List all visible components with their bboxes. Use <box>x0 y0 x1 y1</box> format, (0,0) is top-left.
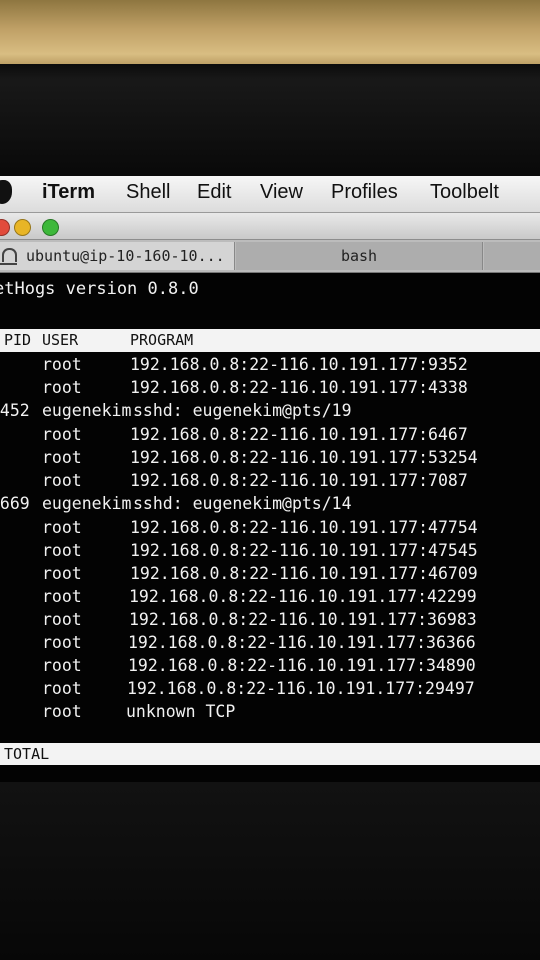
row-user: root <box>42 448 82 467</box>
row-program: 192.168.0.8:22-116.10.191.177:36983 <box>129 610 477 629</box>
table-row: root 192.168.0.8:22-116.10.191.177:47754 <box>0 516 540 539</box>
table-row: root 192.168.0.8:22-116.10.191.177:29497 <box>0 677 540 700</box>
close-button[interactable] <box>0 219 10 236</box>
table-row: root 192.168.0.8:22-116.10.191.177:4338 <box>0 376 540 399</box>
menu-view[interactable]: View <box>260 181 303 204</box>
tab-bar-spacer <box>484 242 540 270</box>
table-row: 3669 eugenekim sshd: eugenekim@pts/14 <box>0 492 540 515</box>
row-user: root <box>42 518 82 537</box>
row-pid: 3669 <box>0 494 30 513</box>
menu-shell[interactable]: Shell <box>126 181 170 204</box>
window-titlebar <box>0 213 540 240</box>
desk-background <box>0 0 540 72</box>
row-program: 192.168.0.8:22-116.10.191.177:29497 <box>127 679 475 698</box>
row-program: 192.168.0.8:22-116.10.191.177:46709 <box>130 564 478 583</box>
row-program: 192.168.0.8:22-116.10.191.177:47754 <box>130 518 478 537</box>
menu-app-name[interactable]: iTerm <box>42 181 95 204</box>
row-user: root <box>42 541 82 560</box>
row-program: 192.168.0.8:22-116.10.191.177:9352 <box>130 355 468 374</box>
row-user: root <box>42 471 82 490</box>
table-row: root 192.168.0.8:22-116.10.191.177:9352 <box>0 353 540 376</box>
table-row: root 192.168.0.8:22-116.10.191.177:36983 <box>0 608 540 631</box>
row-user: root <box>42 587 82 606</box>
minimize-button[interactable] <box>14 219 31 236</box>
table-row: root 192.168.0.8:22-116.10.191.177:34890 <box>0 654 540 677</box>
table-row: root 192.168.0.8:22-116.10.191.177:6467 <box>0 423 540 446</box>
row-program: 192.168.0.8:22-116.10.191.177:34890 <box>128 656 476 675</box>
row-user: root <box>42 633 82 652</box>
row-program: 192.168.0.8:22-116.10.191.177:36366 <box>128 633 476 652</box>
terminal-output[interactable]: etHogs version 0.8.0 PID USER PROGRAM ro… <box>0 273 540 782</box>
table-row: root 192.168.0.8:22-116.10.191.177:46709 <box>0 562 540 585</box>
table-row: root 192.168.0.8:22-116.10.191.177:47545 <box>0 539 540 562</box>
row-program: 192.168.0.8:22-116.10.191.177:6467 <box>130 425 468 444</box>
header-pid: PID <box>4 331 32 349</box>
bezel-shadow <box>0 64 540 80</box>
table-header: PID USER PROGRAM <box>0 329 540 352</box>
row-program: 192.168.0.8:22-116.10.191.177:7087 <box>130 471 468 490</box>
bell-icon <box>0 248 17 265</box>
row-user: root <box>42 679 82 698</box>
apple-icon[interactable] <box>0 180 12 204</box>
row-user: eugenekim <box>42 401 132 420</box>
row-user: root <box>42 564 82 583</box>
row-user: root <box>42 378 82 397</box>
table-row: 3452 eugenekim sshd: eugenekim@pts/19 <box>0 399 540 422</box>
menu-toolbelt[interactable]: Toolbelt <box>430 181 499 204</box>
table-row: root 192.168.0.8:22-116.10.191.177:7087 <box>0 469 540 492</box>
row-program: 192.168.0.8:22-116.10.191.177:53254 <box>130 448 478 467</box>
table-row: root 192.168.0.8:22-116.10.191.177:36366 <box>0 631 540 654</box>
row-user: root <box>42 702 82 721</box>
tab-ubuntu-label: ubuntu@ip-10-160-10... <box>26 247 225 265</box>
tab-bar: ubuntu@ip-10-160-10... bash <box>0 240 540 273</box>
row-program: sshd: eugenekim@pts/14 <box>133 494 352 513</box>
row-user: root <box>42 425 82 444</box>
row-user: root <box>42 610 82 629</box>
header-user: USER <box>42 331 79 349</box>
tab-ubuntu[interactable]: ubuntu@ip-10-160-10... <box>0 242 235 270</box>
zoom-button[interactable] <box>42 219 59 236</box>
version-line: etHogs version 0.8.0 <box>0 279 199 299</box>
tab-bash[interactable]: bash <box>236 242 483 270</box>
row-program: 192.168.0.8:22-116.10.191.177:47545 <box>130 541 478 560</box>
iterm-window: iTerm Shell Edit View Profiles Toolbelt … <box>0 176 540 782</box>
row-program: 192.168.0.8:22-116.10.191.177:4338 <box>130 378 468 397</box>
menu-profiles[interactable]: Profiles <box>331 181 398 204</box>
tab-bash-label: bash <box>340 247 378 265</box>
mac-menubar: iTerm Shell Edit View Profiles Toolbelt <box>0 176 540 213</box>
monitor-lower-bezel <box>0 782 540 960</box>
table-row: root 192.168.0.8:22-116.10.191.177:53254 <box>0 446 540 469</box>
table-row: root 192.168.0.8:22-116.10.191.177:42299 <box>0 585 540 608</box>
total-label: TOTAL <box>4 745 50 763</box>
row-user: root <box>42 656 82 675</box>
table-row: root unknown TCP <box>0 700 540 723</box>
row-pid: 3452 <box>0 401 30 420</box>
row-user: root <box>42 355 82 374</box>
header-program: PROGRAM <box>130 331 194 349</box>
row-program: sshd: eugenekim@pts/19 <box>133 401 352 420</box>
row-program: 192.168.0.8:22-116.10.191.177:42299 <box>129 587 477 606</box>
row-program: unknown TCP <box>126 702 236 721</box>
menu-edit[interactable]: Edit <box>197 181 231 204</box>
total-row: TOTAL <box>0 743 540 765</box>
row-user: eugenekim <box>42 494 132 513</box>
